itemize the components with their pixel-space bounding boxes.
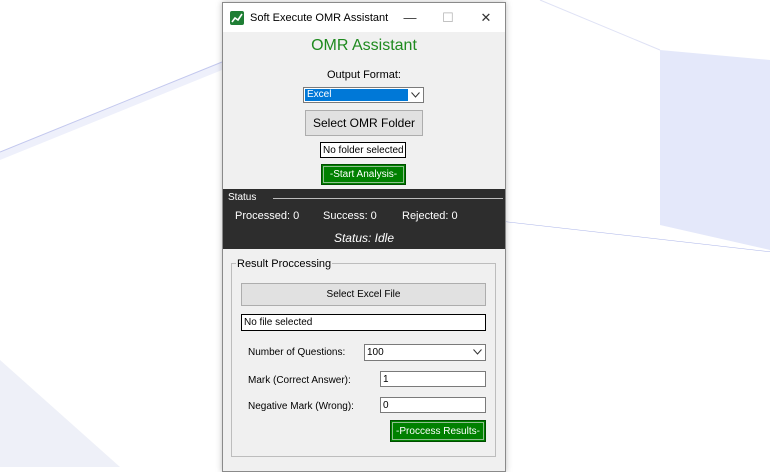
status-state: Status: Idle <box>333 231 395 245</box>
folder-path-field[interactable]: No folder selected <box>320 142 406 158</box>
result-processing-legend: Result Proccessing <box>236 258 333 270</box>
questions-value: 100 <box>367 347 384 358</box>
rejected-count: Rejected: 0 <box>402 210 458 222</box>
status-legend: Status <box>228 192 257 203</box>
output-format-select[interactable]: Excel <box>303 87 424 103</box>
status-divider <box>273 198 503 199</box>
mark-input[interactable]: 1 <box>380 371 486 387</box>
app-window: Soft Execute OMR Assistant — ☐ ✕ OMR Ass… <box>222 2 506 472</box>
processed-count: Processed: 0 <box>235 210 300 222</box>
chevron-down-icon <box>409 88 421 102</box>
questions-select[interactable]: 100 <box>364 344 486 361</box>
mark-label: Mark (Correct Answer): <box>248 375 351 386</box>
maximize-button[interactable]: ☐ <box>429 3 467 32</box>
chevron-down-icon <box>473 347 482 358</box>
negative-mark-label: Negative Mark (Wrong): <box>248 401 354 412</box>
app-heading: OMR Assistant <box>311 37 417 54</box>
negative-mark-input[interactable]: 0 <box>380 397 486 413</box>
process-results-button[interactable]: -Proccess Results- <box>390 420 486 442</box>
title-bar[interactable]: Soft Execute OMR Assistant — ☐ ✕ <box>223 3 505 32</box>
excel-file-path-field[interactable]: No file selected <box>241 314 486 331</box>
minimize-button[interactable]: — <box>391 3 429 32</box>
app-chart-icon <box>230 10 244 25</box>
status-panel: Status Processed: 0 Success: 0 Rejected:… <box>223 189 505 249</box>
window-title: Soft Execute OMR Assistant <box>250 11 389 24</box>
questions-label: Number of Questions: <box>248 347 346 358</box>
select-excel-file-button[interactable]: Select Excel File <box>241 283 486 306</box>
start-analysis-button[interactable]: -Start Analysis- <box>321 164 406 185</box>
output-format-label: Output Format: <box>327 69 401 81</box>
output-format-value: Excel <box>305 89 408 101</box>
close-button[interactable]: ✕ <box>467 3 505 32</box>
success-count: Success: 0 <box>323 210 377 222</box>
select-omr-folder-button[interactable]: Select OMR Folder <box>305 110 423 136</box>
